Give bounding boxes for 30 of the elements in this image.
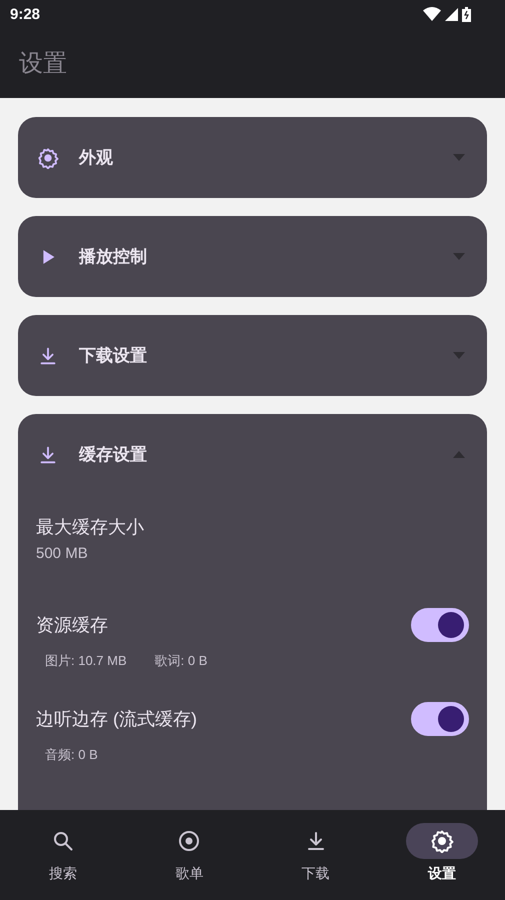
setting-title: 边听边存 (流式缓存) [36,708,197,731]
settings-icon [430,829,454,853]
section-header[interactable]: 下载设置 [18,315,487,396]
caret-icon [453,154,465,161]
caret-icon [453,451,465,458]
toggle-switch[interactable] [411,608,469,642]
nav-tab[interactable]: 歌单 [144,823,234,883]
section-header[interactable]: 播放控制 [18,216,487,297]
section-header[interactable]: 缓存设置 [18,414,487,495]
setting-value: 500 MB [36,545,89,562]
cache-stat: 歌词: 0 B [154,652,208,670]
nav-tab[interactable]: 设置 [396,823,487,883]
setting-title: 资源缓存 [36,614,108,637]
cache-stat: 图片: 10.7 MB [45,652,127,670]
nav-tab[interactable]: 下载 [270,823,361,883]
section-header[interactable]: 外观 [18,117,487,198]
nav-tab[interactable]: 搜索 [18,823,108,883]
battery-icon [462,6,471,22]
page-title: 设置 [19,49,67,79]
wifi-icon [423,7,441,21]
caret-icon [453,352,465,359]
search-icon [51,829,76,853]
disc-icon [177,829,202,853]
signal-icon [445,8,458,20]
toggle-switch[interactable] [411,702,469,736]
caret-icon [453,253,465,260]
settings-icon [37,146,59,168]
status-time: 9:28 [10,6,40,22]
cache-stat: 音频: 0 B [45,746,98,764]
setting-title: 最大缓存大小 [36,516,144,539]
